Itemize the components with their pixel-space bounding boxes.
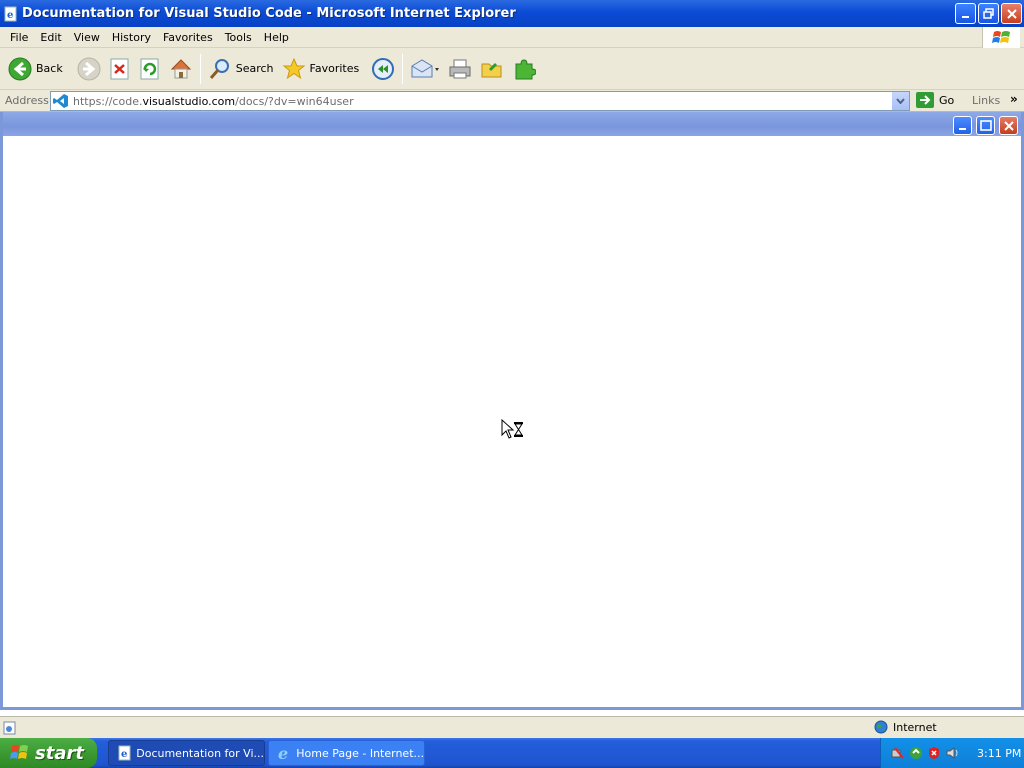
home-button[interactable]: [165, 52, 197, 86]
start-label: start: [35, 742, 84, 764]
stop-icon: [110, 58, 129, 79]
addon-button[interactable]: [508, 52, 540, 86]
title-bar[interactable]: e Documentation for Visual Studio Code -…: [0, 0, 1024, 27]
menu-help[interactable]: Help: [258, 31, 295, 44]
media-icon: [372, 57, 395, 80]
refresh-button[interactable]: [135, 52, 165, 86]
clock[interactable]: 3:11 PM: [977, 747, 1021, 760]
go-label: Go: [939, 93, 955, 107]
inner-minimize-button[interactable]: [953, 116, 972, 135]
address-input[interactable]: https://code.visualstudio.com/docs/?dv=w…: [50, 91, 910, 111]
print-button[interactable]: [444, 52, 476, 86]
address-url: https://code.visualstudio.com/docs/?dv=w…: [73, 94, 354, 108]
chevron-down-icon: [896, 98, 905, 104]
window-title: Documentation for Visual Studio Code - M…: [22, 6, 516, 21]
inner-window-titlebar[interactable]: [3, 112, 1021, 136]
svg-text:e: e: [121, 749, 127, 760]
go-arrow-icon: [916, 92, 934, 108]
document-frame: [0, 112, 1024, 710]
menu-view[interactable]: View: [68, 31, 106, 44]
links-button[interactable]: Links: [972, 94, 1000, 107]
svg-text:e: e: [7, 10, 13, 21]
busy-cursor-icon: [501, 418, 525, 444]
forward-arrow-icon: [77, 57, 101, 80]
media-button[interactable]: [367, 52, 399, 86]
toolbar-separator: [402, 53, 404, 84]
go-button[interactable]: Go: [916, 92, 954, 108]
search-label: Search: [235, 62, 274, 75]
menu-tools[interactable]: Tools: [219, 31, 258, 44]
favorites-label: Favorites: [309, 62, 360, 75]
restore-button[interactable]: [978, 3, 999, 24]
svg-text:e: e: [278, 745, 288, 761]
menu-favorites[interactable]: Favorites: [157, 31, 219, 44]
start-button[interactable]: start: [0, 738, 97, 768]
address-label: Address: [5, 94, 49, 107]
back-arrow-icon: [8, 57, 32, 80]
status-bar: Internet: [0, 716, 1024, 738]
taskbar-button-label: Home Page - Internet...: [296, 746, 424, 760]
network-icon[interactable]: [891, 746, 905, 760]
ie-logo-icon: e: [278, 745, 288, 761]
taskbar: start e Documentation for Vi... e Home P…: [0, 738, 1024, 768]
inner-close-button[interactable]: [999, 116, 1018, 135]
inner-maximize-button[interactable]: [976, 116, 995, 135]
home-icon: [170, 58, 191, 78]
address-dropdown-button[interactable]: [892, 92, 909, 110]
close-button[interactable]: [1001, 3, 1022, 24]
standard-toolbar: Back Search Favorites: [0, 48, 1024, 90]
search-icon: [209, 58, 229, 79]
back-button[interactable]: Back: [4, 52, 67, 86]
taskbar-button-documentation[interactable]: e Documentation for Vi...: [108, 740, 265, 766]
update-icon[interactable]: [909, 746, 923, 760]
globe-icon: [874, 720, 888, 734]
taskbar-button-home-page[interactable]: e Home Page - Internet...: [268, 740, 425, 766]
forward-button[interactable]: [73, 52, 105, 86]
search-button[interactable]: Search: [204, 52, 278, 86]
puzzle-piece-icon: [515, 58, 537, 79]
zone-label: Internet: [893, 720, 937, 734]
star-icon: [282, 57, 305, 79]
windows-flag-icon: [10, 745, 28, 759]
mail-icon: [411, 58, 440, 77]
menu-file[interactable]: File: [4, 31, 34, 44]
edit-button[interactable]: [476, 52, 508, 86]
taskbar-button-label: Documentation for Vi...: [136, 746, 264, 760]
address-bar: Address https://code.visualstudio.com/do…: [0, 90, 1024, 112]
ie-page-icon[interactable]: e: [3, 6, 19, 22]
favorites-button[interactable]: Favorites: [278, 52, 364, 86]
menu-edit[interactable]: Edit: [34, 31, 67, 44]
ie-page-icon: e: [118, 745, 131, 761]
folder-icon: [481, 62, 502, 77]
vscode-favicon: [53, 94, 68, 108]
security-shield-icon[interactable]: [927, 746, 941, 760]
volume-icon[interactable]: [945, 746, 959, 760]
refresh-icon: [140, 58, 159, 79]
printer-icon: [449, 59, 471, 78]
mail-button[interactable]: [406, 52, 444, 86]
minimize-button[interactable]: [955, 3, 976, 24]
back-label: Back: [36, 62, 63, 75]
page-status-icon: [3, 721, 16, 734]
system-tray: 3:11 PM: [880, 738, 1024, 768]
toolbar-separator: [199, 53, 201, 84]
windows-logo-icon: [982, 27, 1020, 48]
menu-history[interactable]: History: [106, 31, 157, 44]
stop-button[interactable]: [105, 52, 135, 86]
security-zone[interactable]: Internet: [874, 720, 937, 734]
menu-bar: File Edit View History Favorites Tools H…: [0, 27, 1024, 48]
chevron-right-icon[interactable]: »: [1010, 92, 1018, 106]
